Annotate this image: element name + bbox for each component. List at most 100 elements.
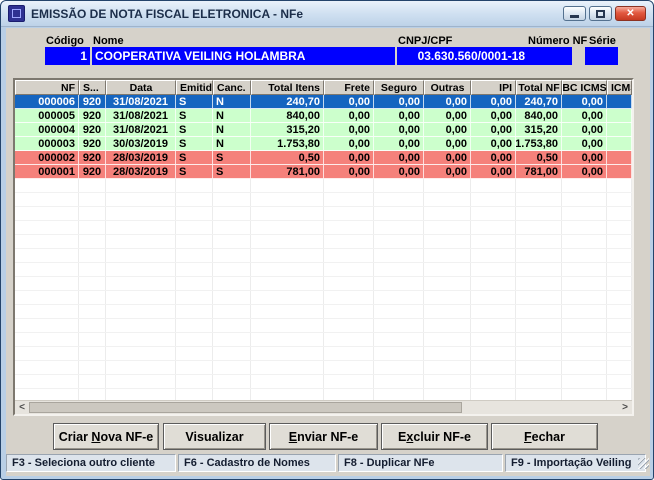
table-row[interactable]: 00000292028/03/2019SS0,500,000,000,000,0… xyxy=(15,151,632,165)
table-cell: 0,00 xyxy=(374,151,424,164)
column-header[interactable]: Canc. xyxy=(213,80,251,95)
table-cell: 28/03/2019 xyxy=(106,151,176,164)
horizontal-scrollbar[interactable]: < > xyxy=(15,400,632,414)
empty-row xyxy=(15,193,632,207)
table-cell: 0,00 xyxy=(471,123,516,136)
table-cell: 000003 xyxy=(15,137,79,150)
table-cell: 0,00 xyxy=(562,109,607,122)
column-header[interactable]: S... xyxy=(79,80,106,95)
column-header[interactable]: Total Itens xyxy=(251,80,324,95)
empty-row xyxy=(15,347,632,361)
table-cell: 0,00 xyxy=(374,109,424,122)
empty-row xyxy=(15,207,632,221)
client-area: Código 1 Nome COOPERATIVA VEILING HOLAMB… xyxy=(6,28,650,476)
empty-row xyxy=(15,249,632,263)
excluir-nfe-button[interactable]: Excluir NF-e xyxy=(381,423,488,450)
maximize-icon xyxy=(596,10,605,18)
scroll-left-arrow-icon[interactable]: < xyxy=(15,401,29,414)
minimize-icon xyxy=(570,15,579,18)
table-cell: 31/08/2021 xyxy=(106,123,176,136)
table-row[interactable]: 00000592031/08/2021SN840,000,000,000,000… xyxy=(15,109,632,123)
table-cell: 0,00 xyxy=(471,151,516,164)
table-row[interactable]: 00000392030/03/2019SN1.753,800,000,000,0… xyxy=(15,137,632,151)
empty-row xyxy=(15,319,632,333)
table-row[interactable]: 00000192028/03/2019SS781,000,000,000,000… xyxy=(15,165,632,179)
title-bar[interactable]: EMISSÃO DE NOTA FISCAL ELETRONICA - NFe … xyxy=(1,1,653,27)
table-cell xyxy=(607,137,632,150)
cnpj-cpf-field[interactable]: 03.630.560/0001-18 xyxy=(397,47,528,65)
minimize-button[interactable] xyxy=(563,6,586,21)
table-cell: 0,00 xyxy=(424,109,471,122)
table-cell: 781,00 xyxy=(251,165,324,178)
table-cell: 1.753,80 xyxy=(516,137,562,150)
table-cell: 0,00 xyxy=(562,165,607,178)
table-cell: 0,00 xyxy=(562,95,607,108)
table-cell: N xyxy=(213,123,251,136)
table-cell: 0,00 xyxy=(562,137,607,150)
table-cell: S xyxy=(176,95,213,108)
criar-nova-nfe-button[interactable]: Criar Nova NF-e xyxy=(53,423,159,450)
table-cell: 0,00 xyxy=(324,165,374,178)
table-cell: 0,00 xyxy=(471,109,516,122)
column-header[interactable]: Total NF xyxy=(516,80,562,95)
numero-nf-label: Número NF xyxy=(528,35,587,47)
column-header[interactable]: IPI xyxy=(471,80,516,95)
empty-row xyxy=(15,221,632,235)
table-cell: 920 xyxy=(79,151,106,164)
column-header[interactable]: Frete xyxy=(324,80,374,95)
nome-field[interactable]: COOPERATIVA VEILING HOLAMBRA xyxy=(92,47,395,65)
table-cell: S xyxy=(176,165,213,178)
table-cell: 31/08/2021 xyxy=(106,95,176,108)
table-cell: 0,00 xyxy=(374,123,424,136)
column-header[interactable]: Data xyxy=(106,80,176,95)
table-cell: 0,00 xyxy=(324,109,374,122)
resize-grip[interactable] xyxy=(638,458,649,469)
column-header[interactable]: Seguro xyxy=(374,80,424,95)
table-cell: 920 xyxy=(79,95,106,108)
window-controls: ✕ xyxy=(563,6,646,21)
column-header[interactable]: NF xyxy=(15,80,79,95)
maximize-button[interactable] xyxy=(589,6,612,21)
table-cell: 781,00 xyxy=(516,165,562,178)
column-header[interactable]: ICMS xyxy=(607,80,632,95)
numero-nf-field[interactable] xyxy=(527,47,572,65)
nf-table[interactable]: NFS...DataEmitidaCanc.Total ItensFreteSe… xyxy=(13,78,634,416)
table-cell: 0,00 xyxy=(324,95,374,108)
empty-row xyxy=(15,291,632,305)
table-cell: 0,00 xyxy=(374,165,424,178)
table-row[interactable]: 00000492031/08/2021SN315,200,000,000,000… xyxy=(15,123,632,137)
table-cell: 0,00 xyxy=(424,137,471,150)
table-cell: 0,00 xyxy=(424,123,471,136)
table-row[interactable]: 00000692031/08/2021SN240,700,000,000,000… xyxy=(15,95,632,109)
empty-row xyxy=(15,375,632,389)
table-cell: 0,00 xyxy=(471,137,516,150)
visualizar-button[interactable]: Visualizar xyxy=(163,423,266,450)
scroll-right-arrow-icon[interactable]: > xyxy=(618,401,632,414)
codigo-field[interactable]: 1 xyxy=(45,47,90,65)
fechar-button[interactable]: Fechar xyxy=(491,423,598,450)
table-cell: 0,00 xyxy=(562,151,607,164)
codigo-label: Código xyxy=(46,35,84,47)
table-cell: 0,00 xyxy=(324,151,374,164)
table-cell xyxy=(607,165,632,178)
column-header[interactable]: BC ICMS xyxy=(562,80,607,95)
column-header[interactable]: Emitida xyxy=(176,80,213,95)
nome-label: Nome xyxy=(93,35,124,47)
table-cell: 0,50 xyxy=(251,151,324,164)
empty-row xyxy=(15,333,632,347)
table-cell: 840,00 xyxy=(251,109,324,122)
column-header[interactable]: Outras xyxy=(424,80,471,95)
statusbar-f8-hint: F8 - Duplicar NFe xyxy=(338,454,503,472)
table-cell: 0,00 xyxy=(424,95,471,108)
table-cell: 0,00 xyxy=(374,95,424,108)
scrollbar-thumb[interactable] xyxy=(29,402,462,413)
close-button[interactable]: ✕ xyxy=(615,6,646,21)
empty-row xyxy=(15,263,632,277)
enviar-nfe-button[interactable]: Enviar NF-e xyxy=(269,423,378,450)
serie-field[interactable] xyxy=(585,47,618,65)
table-cell: 240,70 xyxy=(516,95,562,108)
table-cell: 315,20 xyxy=(251,123,324,136)
table-cell: 840,00 xyxy=(516,109,562,122)
table-cell: 0,50 xyxy=(516,151,562,164)
table-cell: N xyxy=(213,137,251,150)
